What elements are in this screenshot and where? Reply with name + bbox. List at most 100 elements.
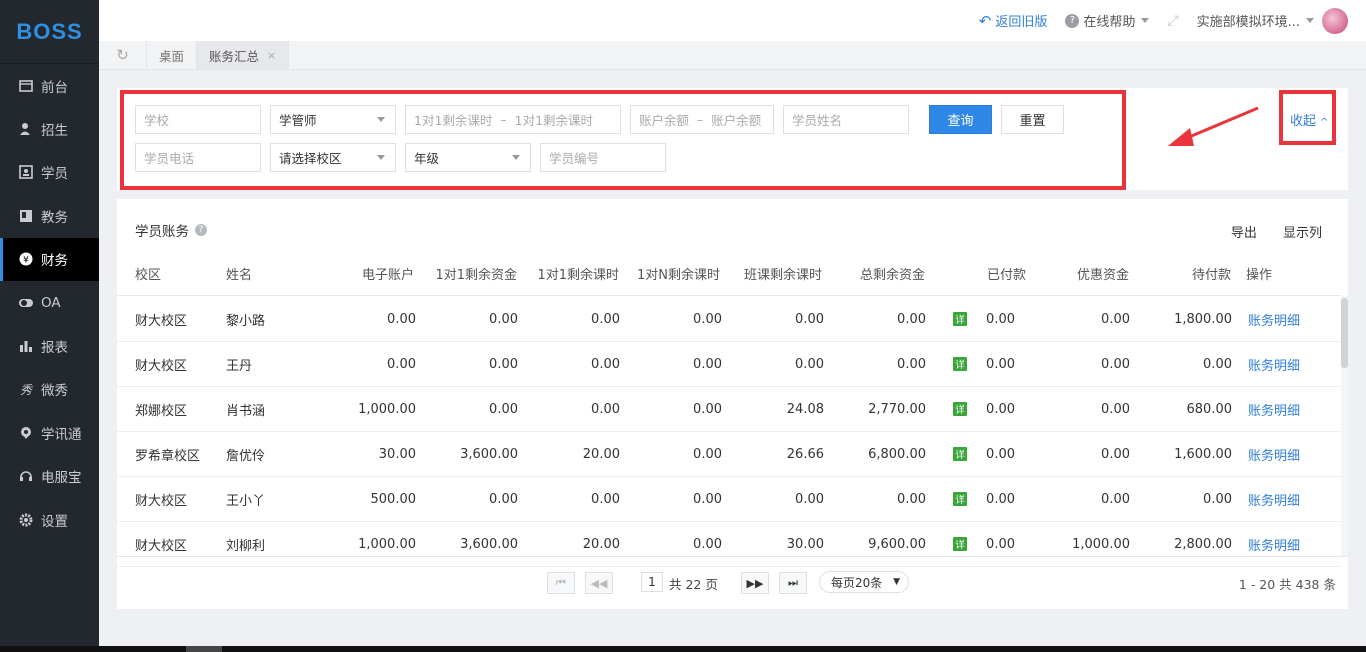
student-code-input[interactable]: 学员编号: [540, 143, 666, 172]
table-cell: 0.00: [1203, 491, 1232, 507]
help-icon[interactable]: ?: [195, 224, 207, 236]
sidebar-item-label: 设置: [41, 513, 68, 530]
table-cell: 0.00: [489, 491, 518, 507]
user-menu[interactable]: 实施部模拟环境...: [1196, 7, 1348, 34]
detail-badge[interactable]: 详: [953, 447, 967, 461]
sidebar-item-5[interactable]: OA: [0, 281, 99, 324]
yen-icon: ¥: [19, 252, 33, 266]
page-size-select[interactable]: 每页20条 ▼: [819, 571, 909, 593]
tab-account-summary[interactable]: 账务汇总 ×: [197, 41, 290, 69]
collapse-link[interactable]: 收起 ^: [1290, 110, 1329, 129]
column-header: 总剩余资金: [859, 268, 925, 283]
avatar[interactable]: [1322, 7, 1348, 34]
chevron-up-icon: ^: [1320, 117, 1329, 128]
chevron-down-icon: [1306, 18, 1314, 23]
monitor-icon: [19, 79, 33, 93]
account-detail-link[interactable]: 账务明细: [1248, 477, 1300, 521]
export-button[interactable]: 导出: [1231, 226, 1257, 241]
search-button[interactable]: 查询: [929, 105, 992, 134]
online-help-dropdown[interactable]: ? 在线帮助: [1065, 11, 1150, 30]
table-cell: 0.00: [795, 356, 824, 372]
account-detail-link[interactable]: 账务明细: [1248, 297, 1300, 341]
campus-select[interactable]: 请选择校区: [270, 143, 396, 172]
student-name-input[interactable]: 学员姓名: [783, 105, 909, 134]
sidebar-item-4[interactable]: ¥ 财务: [0, 237, 99, 281]
help-label: 在线帮助: [1083, 15, 1136, 30]
show-columns-button[interactable]: 显示列: [1283, 226, 1322, 241]
table-cell: 0.00: [489, 311, 518, 327]
sidebar-item-2[interactable]: 学员: [0, 151, 99, 194]
column-header: 校区: [135, 268, 162, 283]
table-row: 财大校区 王丹 0.00 0.00 0.00 0.00 0.00 0.00 0.00 0.00 0.…: [117, 342, 1341, 387]
back-arrow-icon: ↶: [978, 11, 992, 30]
column-header: 电子账户: [361, 268, 414, 283]
refresh-button[interactable]: ↻: [99, 41, 147, 69]
grade-select[interactable]: 年级: [405, 143, 531, 172]
detail-badge-cell: 详: [953, 477, 967, 521]
detail-badge[interactable]: 详: [953, 357, 967, 371]
prev-page-button[interactable]: ◀◀: [585, 572, 613, 594]
gear-icon: [19, 513, 33, 527]
sidebar-item-3[interactable]: 教务: [0, 194, 99, 237]
table-cell: 1,800.00: [1174, 311, 1232, 327]
table-row: 郑娜校区 肖书涵 1,000.00 0.00 0.00 0.00 24.08 2,770.00…: [117, 387, 1341, 432]
sidebar-item-1[interactable]: 招生: [0, 107, 99, 150]
sidebar-item-9[interactable]: 电服宝: [0, 455, 99, 498]
table-cell: 0.00: [591, 491, 620, 507]
chevron-down-icon: [1141, 18, 1150, 23]
fullscreen-button[interactable]: ⤢: [1167, 13, 1178, 29]
table-scrollbar[interactable]: [1341, 296, 1348, 556]
detail-badge[interactable]: 详: [953, 492, 967, 506]
table-cell: 詹优伶: [226, 448, 266, 464]
sidebar-item-6[interactable]: 报表: [0, 324, 99, 367]
scrollbar-thumb[interactable]: [1341, 298, 1348, 368]
toggle-icon: [19, 296, 33, 310]
table-cell: 郑娜校区: [135, 403, 188, 419]
one2one-hours-to: 1对1剩余课时: [514, 113, 594, 128]
next-page-button[interactable]: ▶▶: [741, 572, 769, 594]
column-header: 姓名: [226, 268, 253, 283]
table-cell: 2,770.00: [868, 401, 926, 417]
sidebar-nav: 前台 招生 学员 教务 ¥ 财务 OA 报表秀微秀 学讯通 电服宝设置: [0, 64, 99, 541]
page-number-input[interactable]: 1: [641, 572, 663, 592]
reset-button[interactable]: 重置: [1001, 105, 1064, 134]
table-cell: 6,800.00: [868, 446, 926, 462]
detail-badge[interactable]: 详: [953, 312, 967, 326]
account-detail-link[interactable]: 账务明细: [1248, 342, 1300, 386]
column-header: 1对1剩余资金: [435, 268, 517, 283]
first-page-button[interactable]: ⏮: [547, 572, 575, 594]
manager-select[interactable]: 学管师: [270, 105, 396, 134]
account-detail-link[interactable]: 账务明细: [1248, 387, 1300, 431]
sidebar-item-7[interactable]: 秀微秀: [0, 368, 99, 411]
last-page-button[interactable]: ⏭: [779, 572, 807, 594]
school-input[interactable]: 学校: [135, 105, 261, 134]
table-cell: 1,000.00: [358, 401, 416, 417]
sidebar-item-0[interactable]: 前台: [0, 64, 99, 107]
sidebar-item-8[interactable]: 学讯通: [0, 411, 99, 454]
table-header: 校区 姓名 电子账户 1对1剩余资金 1对1剩余课时 1对N剩余课时 班课剩余课时 总剩余资金…: [117, 252, 1341, 296]
panel-title: 学员账务 ?: [135, 220, 207, 240]
student-phone-input[interactable]: 学员电话: [135, 143, 261, 172]
close-icon[interactable]: ×: [267, 49, 276, 62]
user-name: 实施部模拟环境...: [1196, 15, 1300, 30]
detail-badge[interactable]: 详: [953, 537, 967, 551]
total-pages: 共 22 页: [669, 576, 718, 592]
table-cell: 0.00: [897, 491, 926, 507]
account-detail-link[interactable]: 账务明细: [1248, 432, 1300, 476]
detail-badge[interactable]: 详: [953, 402, 967, 416]
back-to-old-version-link[interactable]: ↶ 返回旧版: [978, 11, 1048, 31]
one2one-hours-from: 1对1剩余课时: [414, 113, 493, 128]
table-cell: 0.00: [795, 311, 824, 327]
one2one-hours-range[interactable]: 1对1剩余课时 – 1对1剩余课时: [405, 105, 621, 134]
panel-title-text: 学员账务: [135, 224, 189, 240]
tab-desktop[interactable]: 桌面: [147, 41, 198, 69]
balance-range[interactable]: 账户余额 – 账户余额: [630, 105, 774, 134]
table-cell: 0.00: [1203, 356, 1232, 372]
sidebar-item-10[interactable]: 设置: [0, 498, 99, 541]
table-cell: 0.00: [986, 446, 1015, 462]
table-cell: 0.00: [986, 311, 1015, 327]
top-bar: ↶ 返回旧版 ? 在线帮助 ⤢ 实施部模拟环境...: [99, 0, 1366, 41]
column-header: 优惠资金: [1076, 268, 1129, 283]
column-header: 已付款: [986, 268, 1026, 283]
boss-logo[interactable]: BOSS: [0, 0, 99, 64]
